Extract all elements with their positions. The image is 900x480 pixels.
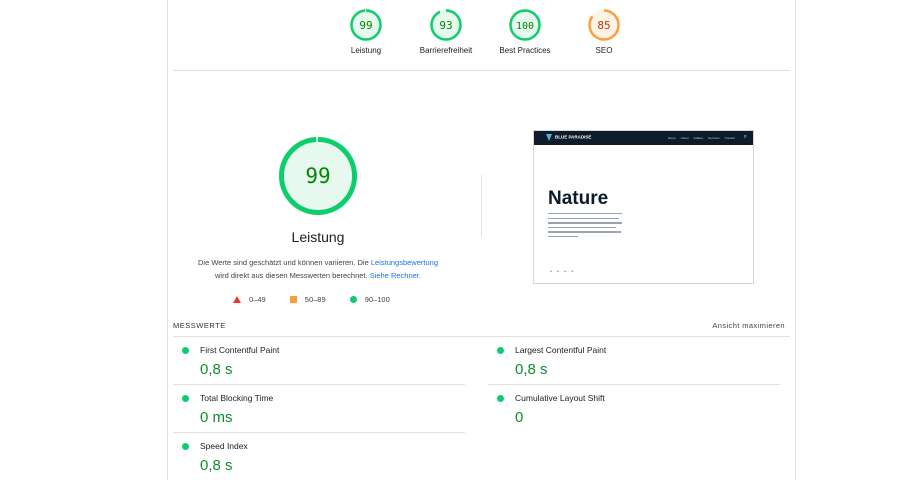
- pass-icon: [497, 347, 504, 354]
- pass-icon: [182, 395, 189, 402]
- logo-icon: [546, 134, 552, 141]
- score-legend: 0–49 50–89 90–100: [233, 294, 412, 304]
- metric-value: 0,8 s: [200, 361, 233, 378]
- carousel-dots: • • • •: [550, 269, 576, 275]
- metric-name: Cumulative Layout Shift: [515, 393, 605, 403]
- screenshot-navbar: BLUE PARADISE Home About Gallery Services Co…: [534, 131, 753, 145]
- screenshot-heading: Nature: [548, 188, 609, 209]
- divider: [481, 175, 482, 237]
- lighthouse-report: 99 Leistung 93 Barrierefreiheit 100 Best…: [167, 0, 796, 480]
- pass-icon: [497, 395, 504, 402]
- metrics-title: MESSWERTE: [173, 321, 226, 330]
- performance-title: Leistung: [291, 229, 345, 245]
- metric-name: First Contentful Paint: [200, 345, 280, 355]
- gauge-score: 85: [597, 19, 610, 32]
- gauge-score: 93: [439, 19, 452, 32]
- expand-view-toggle[interactable]: Ansicht maximieren: [712, 321, 785, 330]
- pass-icon: [182, 443, 189, 450]
- score-gauges: 99 Leistung 93 Barrierefreiheit 100 Best…: [173, 0, 790, 71]
- desc-text-1: Die Werte sind geschätzt und können vari…: [197, 258, 371, 267]
- screenshot-brand: BLUE PARADISE: [555, 134, 592, 140]
- metrics-header: MESSWERTE Ansicht maximieren: [173, 318, 790, 337]
- scoring-link[interactable]: Leistungsbewertung: [371, 258, 438, 267]
- search-icon: ⌕: [743, 134, 747, 140]
- metric-value: 0: [515, 409, 524, 426]
- metric-cls: Cumulative Layout Shift 0: [488, 385, 780, 432]
- screenshot-text-lines: [548, 213, 622, 240]
- gauge-score: 100: [516, 21, 534, 32]
- metric-tbt: Total Blocking Time 0 ms: [173, 385, 465, 433]
- screenshot-menu-item: Gallery: [693, 136, 704, 140]
- gauge-seo[interactable]: 85 SEO: [559, 8, 649, 55]
- gauge-performance[interactable]: 99 Leistung: [321, 8, 411, 55]
- metric-lcp: Largest Contentful Paint 0,8 s: [488, 337, 780, 385]
- gauge-ring: 100: [509, 9, 541, 41]
- metric-value: 0,8 s: [515, 361, 548, 378]
- legend-average-label: 50–89: [304, 294, 326, 304]
- metric-value: 0,8 s: [200, 457, 233, 474]
- gauge-ring: 93: [430, 9, 462, 41]
- gauge-best-practices[interactable]: 100 Best Practices: [480, 8, 570, 55]
- gauge-label: SEO: [595, 46, 613, 55]
- gauge-ring: 99: [350, 9, 382, 41]
- metric-fcp: First Contentful Paint 0,8 s: [173, 337, 465, 385]
- screenshot-menu: Home About Gallery Services Contact: [663, 136, 735, 140]
- legend-pass-label: 90–100: [364, 294, 390, 304]
- legend-fail: 0–49: [233, 295, 266, 304]
- circle-icon: [349, 296, 357, 304]
- gauge-score: 99: [359, 19, 372, 32]
- metric-name: Total Blocking Time: [200, 393, 274, 403]
- main-gauge: 99: [279, 137, 357, 215]
- screenshot-logo: BLUE PARADISE: [546, 134, 591, 141]
- metric-name: Speed Index: [200, 441, 248, 451]
- pass-icon: [182, 347, 189, 354]
- main-score: 99: [305, 164, 330, 188]
- legend-pass: 90–100: [349, 294, 390, 304]
- gauge-ring: 85: [588, 9, 620, 41]
- score-description: Die Werte sind geschätzt und können vari…: [188, 256, 448, 282]
- legend-average: 50–89: [289, 294, 326, 304]
- desc-text-2: wird direkt aus diesen Messwerten berech…: [215, 271, 370, 280]
- screenshot-menu-item: About: [680, 136, 689, 140]
- metric-si: Speed Index 0,8 s: [173, 433, 465, 480]
- square-icon: [289, 296, 297, 304]
- legend-fail-label: 0–49: [249, 294, 266, 304]
- screenshot-menu-item: Contact: [724, 136, 735, 140]
- metric-value: 0 ms: [200, 409, 233, 426]
- gauge-label: Best Practices: [499, 46, 551, 55]
- screenshot-menu-item: Home: [667, 136, 676, 140]
- gauge-accessibility[interactable]: 93 Barrierefreiheit: [401, 8, 491, 55]
- metric-name: Largest Contentful Paint: [515, 345, 607, 355]
- performance-summary: 99 Leistung: [193, 135, 443, 245]
- calculator-link[interactable]: Siehe Rechner.: [370, 271, 421, 280]
- triangle-icon: [233, 296, 241, 304]
- final-screenshot[interactable]: BLUE PARADISE Home About Gallery Services Co…: [533, 130, 754, 284]
- screenshot-menu-item: Services: [708, 136, 720, 140]
- gauge-label: Leistung: [350, 46, 382, 55]
- gauge-label: Barrierefreiheit: [419, 46, 473, 55]
